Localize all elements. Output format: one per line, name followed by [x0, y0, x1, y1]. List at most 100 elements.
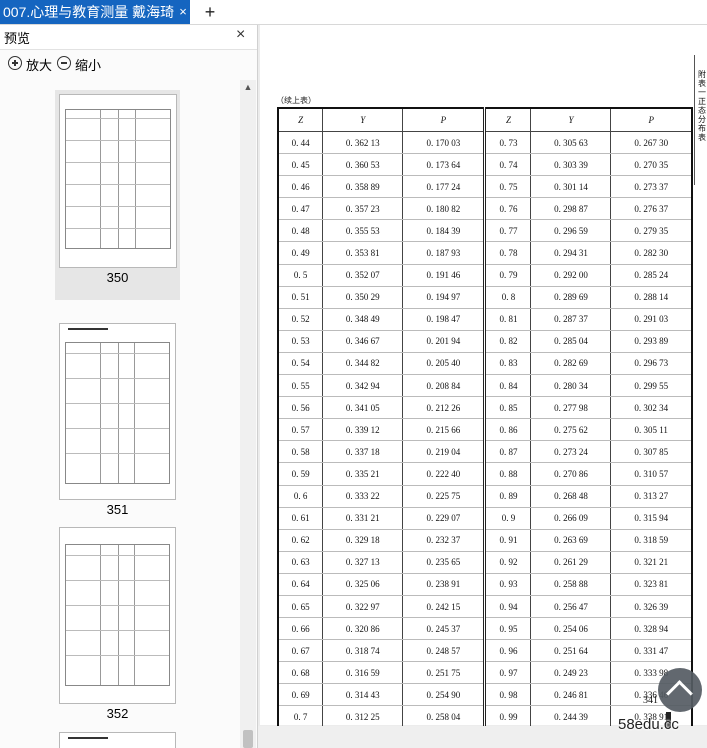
table-cell: 0. 65	[277, 595, 324, 619]
table-cell: 0. 83	[483, 352, 532, 376]
table-cell: 0. 86	[483, 418, 532, 442]
table-cell: 0. 296 59	[530, 219, 612, 243]
table-cell: 0. 67	[277, 639, 324, 663]
zoom-in-icon	[8, 56, 22, 70]
table-cell: 0. 91	[483, 529, 532, 552]
scroll-up-icon[interactable]: ▲	[240, 80, 256, 94]
back-to-top-button[interactable]	[658, 668, 702, 712]
table-cell: 0. 87	[483, 440, 532, 464]
table-cell: 0. 76	[483, 197, 532, 221]
table-cell: 0. 238 91	[402, 573, 486, 596]
thumbnail-scrollbar[interactable]: ▲	[240, 80, 256, 748]
table-cell: 0. 352 07	[322, 264, 404, 287]
normal-distribution-table: Z Y P Z Y P 0. 44 0. 362 13 0. 170 03 0. 73…	[277, 107, 693, 748]
document-tab[interactable]: 007.心理与教育测量 戴海琦 第二	[0, 0, 190, 24]
table-cell: 0. 277 98	[530, 396, 612, 420]
continued-label: （续上表）	[276, 96, 316, 105]
table-cell: 0. 301 14	[530, 175, 612, 199]
thumbnail-page-next[interactable]	[59, 732, 176, 748]
thumbnail-table	[65, 109, 171, 249]
tab-close-icon[interactable]: ×	[176, 0, 190, 24]
table-row: 0. 6 0. 333 22 0. 225 75 0. 89 0. 268 48 0. 3…	[277, 485, 693, 508]
table-cell: 0. 302 34	[610, 396, 693, 420]
zoom-in-button[interactable]: 放大	[8, 55, 54, 73]
table-cell: 0. 57	[277, 418, 324, 442]
panel-close-icon[interactable]: ×	[236, 26, 245, 44]
zoom-out-button[interactable]: 缩小	[57, 55, 103, 73]
header-z: Z	[277, 107, 324, 132]
table-cell: 0. 294 31	[530, 241, 612, 265]
table-cell: 0. 95	[483, 617, 532, 641]
table-cell: 0. 337 18	[322, 440, 404, 464]
document-view[interactable]: （续上表） Z Y P Z Y P 0. 44 0. 362 13 0. 170 0…	[258, 25, 707, 748]
scrollbar-thumb[interactable]	[243, 730, 253, 748]
table-cell: 0. 45	[277, 153, 324, 177]
table-cell: 0. 358 89	[322, 175, 404, 199]
table-cell: 0. 275 62	[530, 418, 612, 442]
thumbnail-page-351[interactable]	[59, 323, 176, 500]
preview-header: 预览 ×	[0, 25, 257, 50]
table-cell: 0. 268 48	[530, 485, 612, 508]
table-cell: 0. 315 94	[610, 507, 693, 530]
table-row: 0. 44 0. 362 13 0. 170 03 0. 73 0. 305 63 0. …	[277, 131, 693, 155]
table-row: 0. 67 0. 318 74 0. 248 57 0. 96 0. 251 64 0. …	[277, 639, 693, 663]
table-row: 0. 45 0. 360 53 0. 173 64 0. 74 0. 303 39 0. …	[277, 153, 693, 177]
table-cell: 0. 350 29	[322, 286, 404, 309]
table-cell: 0. 96	[483, 639, 532, 663]
table-cell: 0. 312 25	[322, 705, 404, 729]
table-header-row: Z Y P Z Y P	[277, 107, 693, 132]
table-cell: 0. 305 63	[530, 131, 612, 155]
table-cell: 0. 98	[483, 683, 532, 707]
thumbnail-page-352[interactable]	[59, 527, 176, 704]
thumbnail-table	[65, 342, 170, 484]
table-cell: 0. 52	[277, 308, 324, 331]
thumbnail-number: 351	[106, 502, 129, 517]
chevron-up-icon	[666, 680, 693, 707]
preview-title: 预览	[4, 31, 31, 46]
zoom-in-label: 放大	[26, 58, 53, 73]
table-cell: 0. 261 29	[530, 551, 612, 574]
table-cell: 0. 73	[483, 131, 532, 155]
table-row: 0. 48 0. 355 53 0. 184 39 0. 77 0. 296 59 0. …	[277, 219, 693, 243]
table-cell: 0. 180 82	[402, 197, 486, 221]
thumbnail-page-350[interactable]: 350	[55, 90, 180, 300]
thumbnail-image	[59, 94, 177, 268]
table-cell: 0. 225 75	[402, 485, 486, 508]
table-cell: 0. 215 66	[402, 418, 486, 442]
table-cell: 0. 97	[483, 661, 532, 685]
new-tab-button[interactable]: +	[200, 1, 220, 23]
table-cell: 0. 92	[483, 551, 532, 574]
table-cell: 0. 357 23	[322, 197, 404, 221]
table-cell: 0. 270 86	[530, 462, 612, 486]
table-cell: 0. 254 90	[402, 683, 486, 707]
table-cell: 0. 8	[483, 286, 532, 309]
table-cell: 0. 198 47	[402, 308, 486, 331]
table-cell: 0. 51	[277, 286, 324, 309]
table-cell: 0. 270 35	[610, 153, 693, 177]
table-cell: 0. 49	[277, 241, 324, 265]
table-cell: 0. 263 69	[530, 529, 612, 552]
zoom-out-icon	[57, 56, 71, 70]
table-row: 0. 54 0. 344 82 0. 205 40 0. 83 0. 282 69 0. …	[277, 352, 693, 376]
table-row: 0. 68 0. 316 59 0. 251 75 0. 97 0. 249 23 0. …	[277, 661, 693, 685]
table-cell: 0. 84	[483, 374, 532, 398]
table-cell: 0. 314 43	[322, 683, 404, 707]
table-cell: 0. 177 24	[402, 175, 486, 199]
thumbnail-number: 350	[106, 270, 129, 285]
watermark: 58edu.cc	[618, 716, 679, 733]
table-cell: 0. 229 07	[402, 507, 486, 530]
table-cell: 0. 184 39	[402, 219, 486, 243]
table-cell: 0. 282 69	[530, 352, 612, 376]
table-row: 0. 69 0. 314 43 0. 254 90 0. 98 0. 246 81 0. …	[277, 683, 693, 707]
table-cell: 0. 254 06	[530, 617, 612, 641]
table-cell: 0. 94	[483, 595, 532, 619]
table-cell: 0. 7	[277, 705, 324, 729]
document-page: （续上表） Z Y P Z Y P 0. 44 0. 362 13 0. 170 0…	[260, 25, 707, 748]
table-cell: 0. 170 03	[402, 131, 486, 155]
table-cell: 0. 6	[277, 485, 324, 508]
table-cell: 0. 320 86	[322, 617, 404, 641]
table-cell: 0. 68	[277, 661, 324, 685]
table-cell: 0. 48	[277, 219, 324, 243]
table-row: 0. 47 0. 357 23 0. 180 82 0. 76 0. 298 87 0. …	[277, 197, 693, 221]
table-cell: 0. 326 39	[610, 595, 693, 619]
